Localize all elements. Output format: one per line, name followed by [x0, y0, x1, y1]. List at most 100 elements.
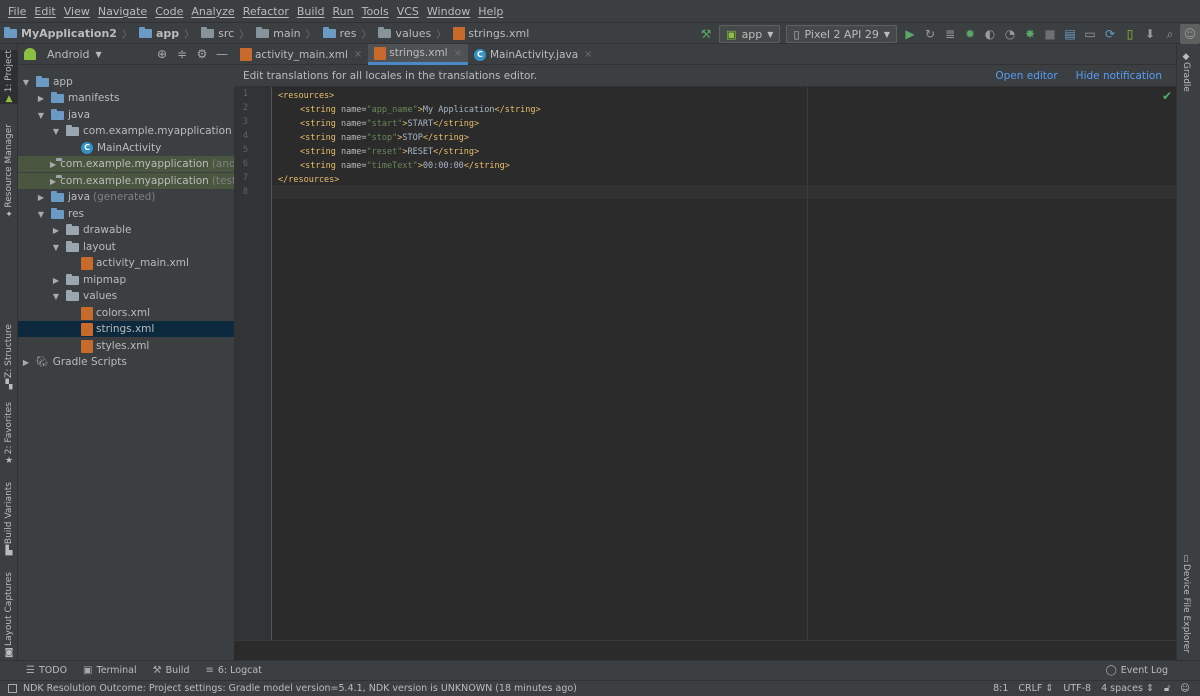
tree-item[interactable]: ▼ res — [18, 206, 234, 222]
file-encoding[interactable]: UTF-8 — [1063, 683, 1091, 694]
breadcrumb-item[interactable]: res 〉 — [319, 26, 375, 41]
menu-build[interactable]: Build — [293, 5, 329, 18]
project-structure-icon[interactable]: ▤ — [1060, 24, 1080, 44]
tab-layout-captures[interactable]: Layout Captures ◙ — [0, 572, 18, 658]
tab-device-file-explorer[interactable]: ▯ Device File Explorer — [1181, 554, 1191, 653]
menu-file[interactable]: File — [4, 5, 30, 18]
open-editor-link[interactable]: Open editor — [995, 70, 1057, 82]
tree-item[interactable]: ▼ layout — [18, 239, 234, 255]
profile-icon[interactable]: ◔ — [1000, 24, 1020, 44]
menu-window[interactable]: Window — [423, 5, 474, 18]
locate-icon[interactable]: ⊕ — [154, 47, 170, 61]
breadcrumb-item[interactable]: app 〉 — [135, 26, 197, 41]
editor-tab[interactable]: strings.xml × — [368, 44, 468, 65]
collapsed-arrow-icon[interactable]: ▶ — [35, 94, 47, 103]
tree-item[interactable]: C MainActivity — [18, 140, 234, 156]
menu-analyze[interactable]: Analyze — [187, 5, 238, 18]
tree-item[interactable]: ▶ com.example.myapplication(andro — [18, 156, 234, 172]
collapse-all-icon[interactable]: ≑ — [174, 47, 190, 61]
collapsed-arrow-icon[interactable]: ▶ — [50, 177, 56, 186]
user-icon[interactable]: ☺ — [1180, 24, 1200, 44]
breadcrumb-item[interactable]: strings.xml — [449, 26, 532, 40]
breadcrumb-item[interactable]: values 〉 — [374, 26, 449, 41]
tree-item[interactable]: activity_main.xml — [18, 255, 234, 271]
inspector-icon[interactable]: ☺ — [1180, 683, 1190, 694]
breadcrumb-item[interactable]: MyApplication2 〉 — [0, 26, 135, 41]
apply-changes-icon[interactable]: ↻ — [920, 24, 940, 44]
line-separator[interactable]: CRLF ⇕ — [1018, 683, 1053, 694]
tree-item[interactable]: ▶ java (generated) — [18, 189, 234, 205]
tool-build[interactable]: ⚒ Build — [153, 665, 190, 676]
menu-help[interactable]: Help — [474, 5, 507, 18]
coverage-icon[interactable]: ✸ — [1020, 24, 1040, 44]
tab-favorites[interactable]: 2: Favorites ★ — [0, 402, 18, 466]
menu-code[interactable]: Code — [151, 5, 187, 18]
layout-inspector-icon[interactable]: ▭ — [1080, 24, 1100, 44]
collapsed-arrow-icon[interactable]: ▶ — [50, 160, 56, 169]
tree-item[interactable]: styles.xml — [18, 338, 234, 354]
tab-resource-manager[interactable]: Resource Manager ✦ — [0, 124, 18, 220]
menu-refactor[interactable]: Refactor — [239, 5, 293, 18]
tree-item[interactable]: ▶ mipmap — [18, 272, 234, 288]
expanded-arrow-icon[interactable]: ▼ — [50, 292, 62, 301]
menu-view[interactable]: View — [60, 5, 94, 18]
lock-icon[interactable]: 🔓︎ — [1164, 683, 1170, 694]
expanded-arrow-icon[interactable]: ▼ — [50, 243, 62, 252]
tab-gradle[interactable]: ◆ Gradle — [1181, 52, 1191, 92]
code-editor[interactable]: 12345678 <resources> <string name="app_na… — [234, 87, 1176, 640]
collapsed-arrow-icon[interactable]: ▶ — [35, 193, 47, 202]
tab-build-variants[interactable]: Build Variants ▙ — [0, 482, 18, 556]
attach-debugger-icon[interactable]: ◐ — [980, 24, 1000, 44]
tool-todo[interactable]: ☰ TODO — [26, 665, 67, 676]
caret-position[interactable]: 8:1 — [993, 683, 1008, 694]
tree-item[interactable]: ▼ java — [18, 107, 234, 123]
menu-navigate[interactable]: Navigate — [94, 5, 151, 18]
tool-terminal[interactable]: ▣ Terminal — [83, 665, 137, 676]
project-view-selector[interactable]: Android ▼ — [24, 48, 102, 61]
menu-run[interactable]: Run — [329, 5, 358, 18]
gear-icon[interactable]: ⚙ — [194, 47, 210, 61]
status-message[interactable]: NDK Resolution Outcome: Project settings… — [23, 683, 577, 694]
menu-edit[interactable]: Edit — [30, 5, 59, 18]
tree-item[interactable]: colors.xml — [18, 305, 234, 321]
expanded-arrow-icon[interactable]: ▼ — [50, 127, 62, 136]
toggle-tool-windows-icon[interactable] — [8, 684, 17, 693]
tab-structure[interactable]: Z: Structure ▚ — [0, 324, 18, 390]
hide-notification-link[interactable]: Hide notification — [1076, 70, 1162, 82]
editor-tab[interactable]: C MainActivity.java × — [468, 44, 599, 65]
menu-tools[interactable]: Tools — [358, 5, 393, 18]
expanded-arrow-icon[interactable]: ▼ — [35, 111, 47, 120]
close-icon[interactable]: × — [354, 49, 362, 60]
collapsed-arrow-icon[interactable]: ▶ — [20, 358, 32, 367]
apply-code-changes-icon[interactable]: ≣ — [940, 24, 960, 44]
indent-setting[interactable]: 4 spaces ⇕ — [1101, 683, 1154, 694]
make-project-icon[interactable]: ⚒ — [696, 24, 716, 44]
stop-icon[interactable]: ■ — [1040, 24, 1060, 44]
menu-vcs[interactable]: VCS — [393, 5, 423, 18]
horizontal-scroll-area[interactable] — [234, 640, 1176, 660]
collapsed-arrow-icon[interactable]: ▶ — [50, 226, 62, 235]
sdk-manager-icon[interactable]: ⬇ — [1140, 24, 1160, 44]
tree-item[interactable]: ▶ drawable — [18, 222, 234, 238]
event-log-button[interactable]: ◯ Event Log — [1106, 665, 1168, 676]
expanded-arrow-icon[interactable]: ▼ — [20, 78, 32, 87]
run-config-combo[interactable]: ▣ app ▼ — [719, 25, 781, 43]
tree-item[interactable]: ▼ com.example.myapplication — [18, 123, 234, 139]
search-icon[interactable]: ⌕ — [1160, 24, 1180, 44]
avd-manager-icon[interactable]: ▯ — [1120, 24, 1140, 44]
tree-item[interactable]: ▶ 🐘︎ Gradle Scripts — [18, 354, 234, 370]
debug-icon[interactable]: ✹ — [960, 24, 980, 44]
expanded-arrow-icon[interactable]: ▼ — [35, 210, 47, 219]
tree-item[interactable]: ▼ values — [18, 288, 234, 304]
run-icon[interactable]: ▶ — [900, 24, 920, 44]
tool-logcat[interactable]: ≡ 6: Logcat — [205, 665, 261, 676]
sync-gradle-icon[interactable]: ⟳ — [1100, 24, 1120, 44]
tree-item[interactable]: ▶ com.example.myapplication(test) — [18, 173, 234, 189]
breadcrumb-item[interactable]: src 〉 — [197, 26, 252, 41]
hide-icon[interactable]: — — [214, 47, 230, 61]
editor-tab[interactable]: activity_main.xml × — [234, 44, 368, 65]
breadcrumb-item[interactable]: main 〉 — [252, 26, 318, 41]
tree-item[interactable]: strings.xml — [18, 321, 234, 337]
close-icon[interactable]: × — [584, 49, 592, 60]
tree-item[interactable]: ▶ manifests — [18, 90, 234, 106]
